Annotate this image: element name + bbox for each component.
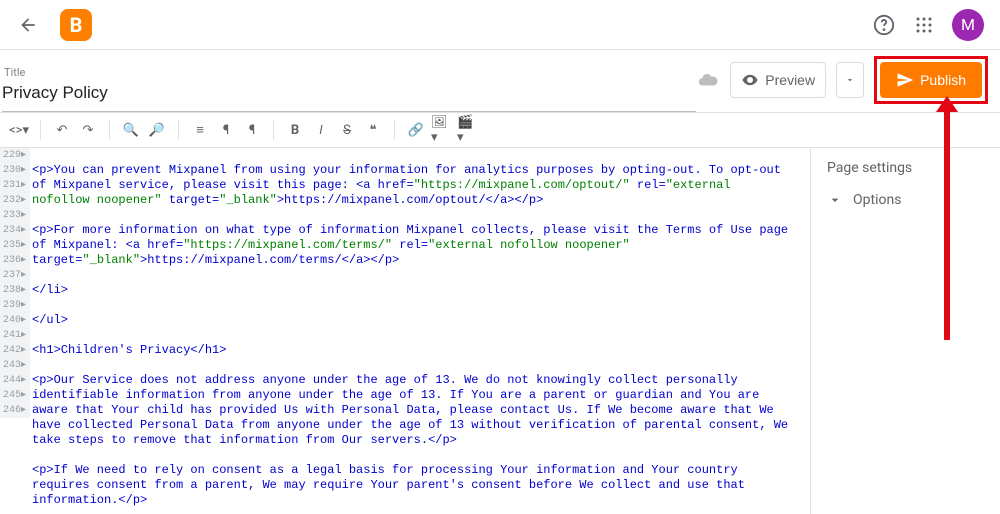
- image-icon[interactable]: 🖼▾: [431, 119, 453, 141]
- options-label: Options: [853, 192, 901, 208]
- link-icon[interactable]: 🔗: [405, 119, 427, 141]
- options-item[interactable]: Options: [827, 192, 984, 208]
- preview-label: Preview: [765, 72, 815, 88]
- page-settings-sidebar: Page settings Options: [810, 148, 1000, 514]
- video-icon[interactable]: 🎬▾: [457, 119, 479, 141]
- publish-highlight: Publish: [874, 56, 988, 104]
- zoom-out-icon[interactable]: 🔎: [146, 119, 168, 141]
- cloud-saved-icon: [696, 68, 720, 92]
- help-icon[interactable]: [872, 13, 896, 37]
- title-row: Title Preview Publish: [0, 50, 1000, 113]
- back-arrow-icon[interactable]: [16, 13, 40, 37]
- bold-icon[interactable]: B: [284, 119, 306, 141]
- sidebar-title: Page settings: [827, 160, 984, 176]
- apps-grid-icon[interactable]: [912, 13, 936, 37]
- preview-dropdown-icon[interactable]: [836, 62, 864, 98]
- editor-toolbar: <>▾ ↶ ↷ 🔍 🔎 ≡ ¶ ¶ B I S ❝ 🔗 🖼▾ 🎬▾: [0, 113, 1000, 148]
- title-input[interactable]: [2, 79, 696, 112]
- annotation-arrow-icon: [944, 110, 950, 340]
- strike-icon[interactable]: S: [336, 119, 358, 141]
- blogger-logo-icon: B: [60, 9, 92, 41]
- align-icon[interactable]: ≡: [189, 119, 211, 141]
- user-avatar[interactable]: M: [952, 9, 984, 41]
- code-view-icon[interactable]: <>▾: [8, 119, 30, 141]
- zoom-in-icon[interactable]: 🔍: [120, 119, 142, 141]
- publish-label: Publish: [920, 72, 966, 88]
- undo-icon[interactable]: ↶: [51, 119, 73, 141]
- code-content[interactable]: <p>You can prevent Mixpanel from using y…: [32, 148, 810, 514]
- publish-button[interactable]: Publish: [880, 62, 982, 98]
- rtl-icon[interactable]: ¶: [241, 119, 263, 141]
- code-editor[interactable]: 229▸230▸231▸232▸233▸234▸235▸236▸237▸238▸…: [0, 148, 810, 514]
- preview-button[interactable]: Preview: [730, 62, 826, 98]
- redo-icon[interactable]: ↷: [77, 119, 99, 141]
- line-gutter: 229▸230▸231▸232▸233▸234▸235▸236▸237▸238▸…: [0, 148, 30, 418]
- title-label: Title: [2, 66, 696, 79]
- app-header: B M: [0, 0, 1000, 50]
- chevron-down-icon: [827, 192, 843, 208]
- quote-icon[interactable]: ❝: [362, 119, 384, 141]
- ltr-icon[interactable]: ¶: [215, 119, 237, 141]
- italic-icon[interactable]: I: [310, 119, 332, 141]
